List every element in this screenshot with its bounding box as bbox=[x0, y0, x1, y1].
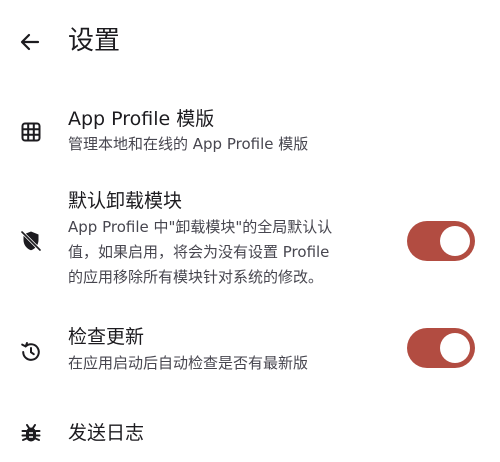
setting-title: 发送日志 bbox=[68, 422, 145, 444]
check-update-toggle[interactable] bbox=[407, 328, 475, 368]
setting-title: 默认卸载模块 bbox=[68, 190, 183, 212]
setting-app-profile-template[interactable]: App Profile 模版 管理本地和在线的 App Profile 模版 bbox=[0, 100, 500, 164]
bug-icon bbox=[18, 420, 44, 446]
back-button[interactable] bbox=[14, 26, 46, 58]
setting-subtitle-line: 的应用移除所有模块针对系统的修改。 bbox=[68, 268, 324, 286]
toggle-knob bbox=[440, 333, 470, 363]
setting-subtitle-line: App Profile 中"卸载模块"的全局默认认 bbox=[68, 218, 333, 236]
setting-title: 检查更新 bbox=[68, 326, 145, 348]
setting-check-update[interactable]: 检查更新 在应用启动后自动检查是否有最新版 bbox=[0, 322, 500, 382]
update-icon bbox=[18, 339, 44, 365]
top-app-bar: 设置 bbox=[0, 0, 500, 84]
setting-subtitle-line: 值，如果启用，将会为没有设置 Profile bbox=[68, 243, 330, 261]
setting-send-log[interactable]: 发送日志 bbox=[0, 410, 500, 456]
toggle-knob bbox=[440, 226, 470, 256]
unmount-modules-toggle[interactable] bbox=[407, 221, 475, 261]
shield-off-icon bbox=[18, 228, 44, 254]
setting-title: App Profile 模版 bbox=[68, 108, 215, 130]
arrow-back-icon bbox=[20, 33, 40, 51]
grid-icon bbox=[18, 119, 44, 145]
setting-subtitle: 管理本地和在线的 App Profile 模版 bbox=[68, 135, 309, 153]
setting-default-unmount-modules[interactable]: 默认卸载模块 App Profile 中"卸载模块"的全局默认认 值，如果启用，… bbox=[0, 186, 500, 296]
setting-subtitle: 在应用启动后自动检查是否有最新版 bbox=[68, 354, 309, 372]
page-title: 设置 bbox=[68, 26, 121, 56]
